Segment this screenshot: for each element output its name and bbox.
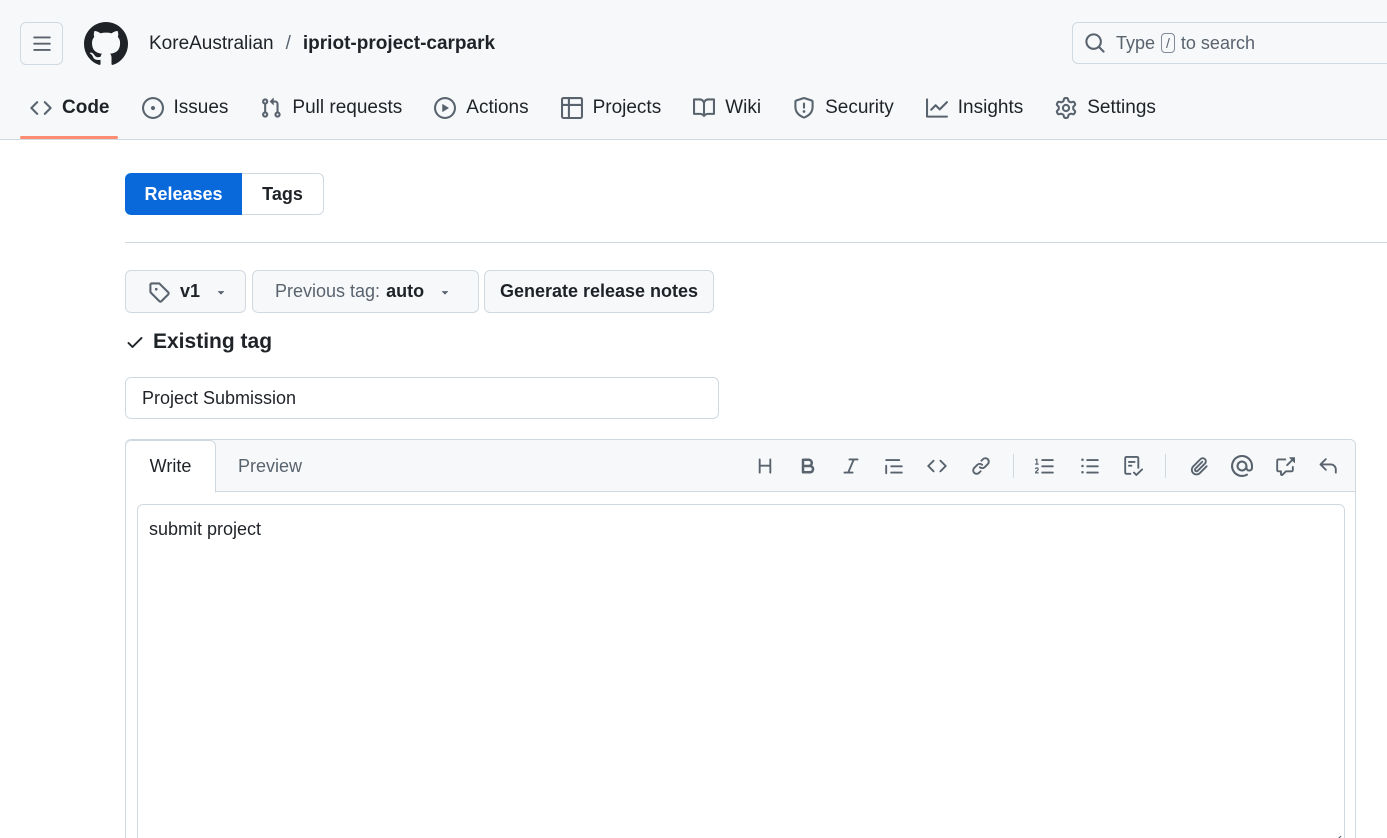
gear-icon — [1056, 97, 1077, 119]
bold-button[interactable] — [795, 453, 821, 479]
previous-tag-button[interactable]: Previous tag: auto — [252, 270, 479, 313]
code-button[interactable] — [924, 453, 950, 479]
paperclip-icon — [1190, 457, 1208, 476]
quote-button[interactable] — [881, 453, 907, 479]
tab-insights-label: Insights — [957, 97, 1024, 118]
search-prefix: Type — [1116, 32, 1156, 53]
task-list-button[interactable] — [1120, 453, 1146, 479]
quote-icon — [885, 459, 903, 475]
tab-wiki-label: Wiki — [725, 97, 762, 118]
toolbar-divider — [1013, 454, 1014, 478]
mention-button[interactable] — [1229, 453, 1255, 479]
search-icon — [1085, 33, 1105, 53]
tab-security-label: Security — [825, 97, 894, 118]
unordered-list-button[interactable] — [1077, 453, 1103, 479]
ordered-list-icon — [1035, 458, 1054, 474]
tab-issues-label: Issues — [173, 97, 229, 118]
repo-nav: Code Issues Pull requests Actions Projec… — [20, 86, 1178, 140]
tab-pull-requests-label: Pull requests — [292, 97, 403, 118]
tags-button[interactable]: Tags — [242, 173, 324, 215]
tab-settings-label: Settings — [1087, 97, 1156, 118]
triangle-down-icon — [217, 290, 225, 295]
search-input[interactable]: Type / to search — [1072, 22, 1387, 64]
tab-wiki[interactable]: Wiki — [683, 86, 771, 130]
release-notes-editor: Write Preview submit project — [125, 439, 1356, 838]
releases-tags-toggle: Releases Tags — [125, 173, 324, 215]
tag-value: v1 — [180, 281, 201, 301]
repo-owner-link[interactable]: KoreAustralian — [149, 33, 274, 55]
undo-button[interactable] — [1315, 453, 1341, 479]
tab-code-label: Code — [62, 97, 110, 118]
git-pull-request-icon — [262, 97, 282, 118]
attach-file-button[interactable] — [1186, 453, 1212, 479]
release-notes-text: submit project — [149, 519, 262, 539]
table-icon — [560, 97, 583, 119]
previous-tag-value: auto — [386, 281, 425, 301]
cross-reference-button[interactable] — [1272, 453, 1298, 479]
tab-issues[interactable]: Issues — [132, 86, 239, 130]
tab-code[interactable]: Code — [20, 86, 120, 130]
tab-actions-label: Actions — [466, 97, 529, 118]
search-suffix: to search — [1180, 32, 1255, 53]
resize-handle-icon[interactable] — [1330, 833, 1342, 838]
issue-opened-icon — [141, 97, 164, 119]
toolbar-divider — [1165, 454, 1166, 478]
app-header: KoreAustralian / ipriot-project-carpark … — [0, 0, 1387, 140]
release-title-input[interactable]: Project Submission — [125, 377, 719, 419]
section-divider — [125, 242, 1387, 243]
link-icon — [972, 457, 990, 475]
code-icon — [927, 459, 947, 473]
tag-status-text: Existing tag — [153, 330, 273, 353]
tab-actions[interactable]: Actions — [424, 86, 538, 130]
editor-toolbar: Write Preview — [126, 440, 1355, 493]
hamburger-icon — [32, 36, 51, 51]
choose-tag-button[interactable]: v1 — [125, 270, 246, 313]
book-icon — [693, 98, 716, 117]
generate-release-notes-button[interactable]: Generate release notes — [484, 270, 714, 313]
active-tab-indicator — [20, 136, 118, 139]
bold-icon — [801, 458, 815, 474]
italic-button[interactable] — [838, 453, 864, 479]
breadcrumb: KoreAustralian / ipriot-project-carpark — [149, 31, 495, 57]
menu-button[interactable] — [20, 22, 63, 65]
play-icon — [434, 97, 457, 119]
ordered-list-button[interactable] — [1032, 453, 1058, 479]
previous-tag-label: Previous tag: — [275, 281, 381, 301]
tab-projects-label: Projects — [592, 97, 662, 118]
tab-insights[interactable]: Insights — [916, 86, 1033, 130]
unordered-list-icon — [1081, 458, 1099, 474]
shield-icon — [794, 97, 814, 119]
cross-reference-icon — [1276, 457, 1295, 476]
heading-button[interactable] — [752, 453, 778, 479]
italic-icon — [843, 458, 859, 474]
code-icon — [30, 101, 52, 115]
tab-write[interactable]: Write — [126, 440, 216, 493]
tag-icon — [149, 281, 170, 303]
graph-icon — [925, 98, 948, 118]
release-notes-textarea[interactable]: submit project — [137, 504, 1345, 838]
releases-button[interactable]: Releases — [125, 173, 242, 215]
mention-icon — [1231, 455, 1253, 477]
tag-status: Existing tag — [125, 328, 272, 356]
tab-security[interactable]: Security — [783, 86, 904, 130]
task-list-icon — [1124, 456, 1143, 476]
tab-settings[interactable]: Settings — [1045, 86, 1166, 130]
repo-name-link[interactable]: ipriot-project-carpark — [303, 33, 495, 55]
triangle-down-icon — [441, 290, 449, 295]
tab-preview[interactable]: Preview — [216, 440, 324, 493]
github-logo-icon[interactable] — [84, 22, 128, 66]
check-icon — [127, 337, 143, 348]
breadcrumb-separator: / — [285, 33, 291, 54]
search-shortcut-key: / — [1161, 33, 1175, 53]
tab-projects[interactable]: Projects — [551, 86, 672, 130]
undo-icon — [1319, 458, 1337, 474]
heading-icon — [758, 458, 772, 474]
tab-pull-requests[interactable]: Pull requests — [250, 86, 412, 130]
link-button[interactable] — [968, 453, 994, 479]
